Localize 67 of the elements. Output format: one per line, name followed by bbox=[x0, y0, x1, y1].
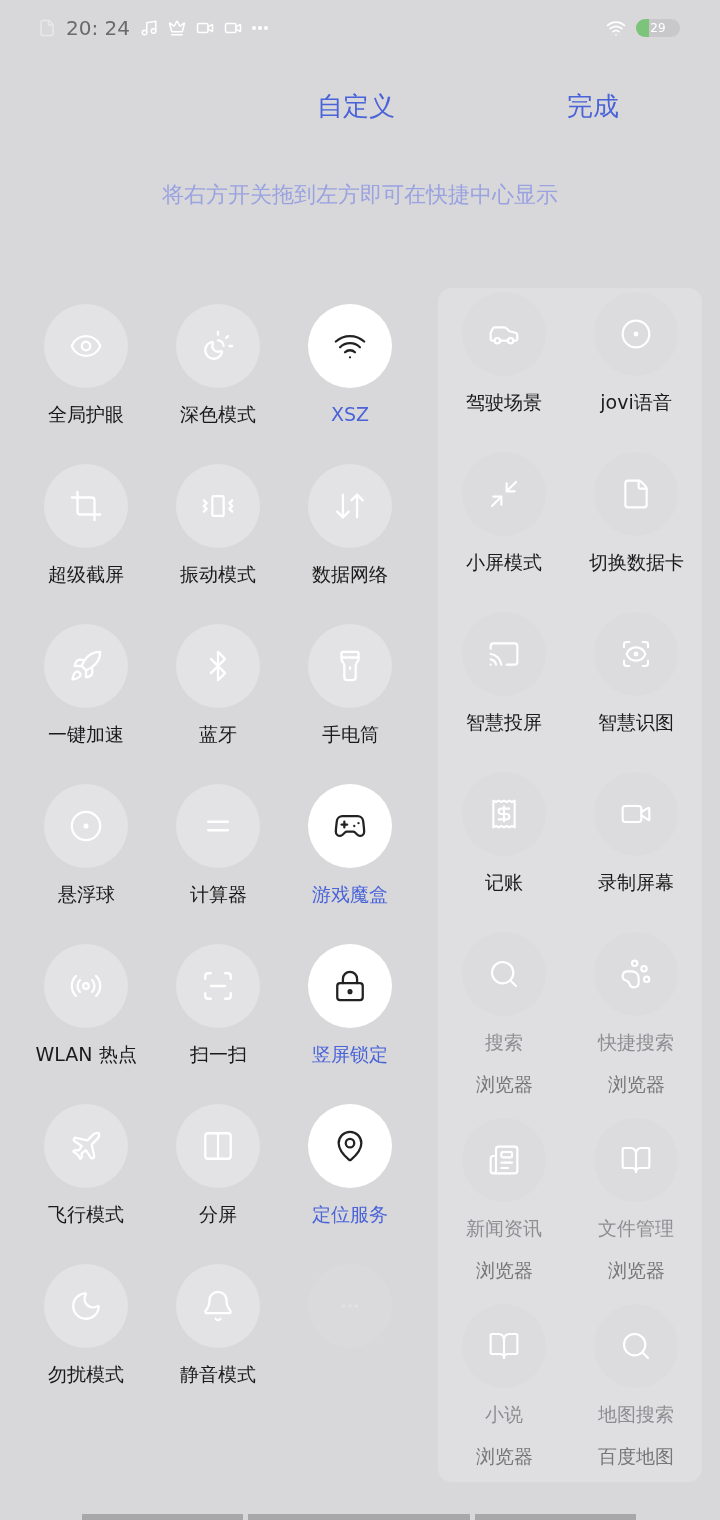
app-label: 浏览器 bbox=[475, 1072, 533, 1097]
tile-label: jovi语音 bbox=[600, 390, 672, 415]
book-icon bbox=[488, 1330, 520, 1362]
crop-icon bbox=[69, 489, 103, 523]
tile-label: 分屏 bbox=[199, 1202, 237, 1227]
tile-label: 数据网络 bbox=[312, 562, 388, 587]
paw-icon bbox=[620, 958, 652, 990]
lock-icon bbox=[333, 969, 367, 1003]
app-label: 浏览器 bbox=[475, 1258, 533, 1283]
book-icon bbox=[620, 1144, 652, 1176]
tile-label: 驾驶场景 bbox=[466, 390, 542, 415]
tile-label: 录制屏幕 bbox=[598, 870, 674, 895]
tile-label: 地图搜索 bbox=[598, 1402, 674, 1427]
tile-label: 蓝牙 bbox=[199, 722, 237, 747]
tile-label: 文件管理 bbox=[598, 1216, 674, 1241]
tile-label: 静音模式 bbox=[180, 1362, 256, 1387]
circle-icon bbox=[69, 809, 103, 843]
app-label: 百度地图 bbox=[598, 1444, 674, 1469]
tile-label: 手电筒 bbox=[321, 722, 379, 747]
tile-label: XSZ bbox=[330, 402, 370, 427]
tile-label: 智慧投屏 bbox=[466, 710, 542, 735]
app-label: 浏览器 bbox=[607, 1072, 665, 1097]
search-icon bbox=[620, 1330, 652, 1362]
tile-label: 游戏魔盒 bbox=[312, 882, 388, 907]
done-button[interactable]: 完成 bbox=[567, 88, 619, 124]
hint-text: 将右方开关拖到左方即可在快捷中心显示 bbox=[161, 181, 559, 209]
tile-label: 深色模式 bbox=[180, 402, 256, 427]
tile-label: 计算器 bbox=[189, 882, 247, 907]
tile-label: 小说 bbox=[485, 1402, 523, 1427]
moon-icon bbox=[69, 1289, 103, 1323]
tile-label: 一键加速 bbox=[48, 722, 124, 747]
tile-label: 振动模式 bbox=[180, 562, 256, 587]
wifi-icon bbox=[606, 18, 626, 38]
tile-label: 超级截屏 bbox=[48, 562, 124, 587]
tile-label: 新闻资讯 bbox=[466, 1216, 542, 1241]
tile-label: 扫一扫 bbox=[189, 1042, 247, 1067]
scan-eye-icon bbox=[620, 638, 652, 670]
sun-moon-icon bbox=[201, 329, 235, 363]
circle-icon bbox=[620, 318, 652, 350]
plane-icon bbox=[69, 1129, 103, 1163]
tile-label: 搜索 bbox=[485, 1030, 523, 1055]
status-time: 20: 24 bbox=[66, 16, 130, 40]
tile-label: 竖屏锁定 bbox=[312, 1042, 388, 1067]
tile-label: 飞行模式 bbox=[48, 1202, 124, 1227]
page-title: 自定义 bbox=[317, 89, 395, 123]
more-icon bbox=[252, 26, 268, 30]
tile-label: 小屏模式 bbox=[466, 550, 542, 575]
columns-icon bbox=[201, 1129, 235, 1163]
minimize-icon bbox=[488, 478, 520, 510]
scan-icon bbox=[201, 969, 235, 1003]
tile-label: 快捷搜索 bbox=[598, 1030, 674, 1055]
tile-label: 记账 bbox=[485, 870, 523, 895]
tile-label: 智慧识图 bbox=[598, 710, 674, 735]
bell-icon bbox=[201, 1289, 235, 1323]
tile-label: WLAN 热点 bbox=[35, 1042, 137, 1067]
music-icon bbox=[140, 19, 158, 37]
tile-label: 切换数据卡 bbox=[588, 550, 684, 575]
search-icon bbox=[488, 958, 520, 990]
tile-label: 悬浮球 bbox=[57, 882, 115, 907]
newspaper-icon bbox=[488, 1144, 520, 1176]
tile-label: 勿扰模式 bbox=[48, 1362, 124, 1387]
tile-label: 定位服务 bbox=[312, 1202, 388, 1227]
rocket-icon bbox=[69, 649, 103, 683]
crown-icon bbox=[168, 19, 186, 37]
app-label: 浏览器 bbox=[607, 1258, 665, 1283]
app-label: 浏览器 bbox=[475, 1444, 533, 1469]
tile-label: 全局护眼 bbox=[48, 402, 124, 427]
